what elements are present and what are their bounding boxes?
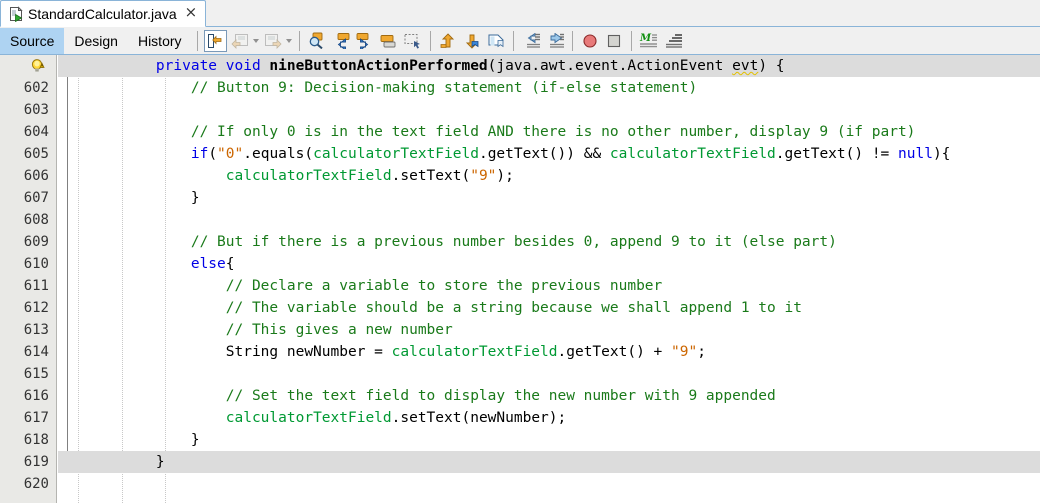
code-line[interactable]: } bbox=[58, 187, 1040, 209]
code-line[interactable]: else{ bbox=[58, 253, 1040, 275]
inspect-members-icon[interactable]: M bbox=[638, 30, 660, 52]
code-line[interactable]: // The variable should be a string becau… bbox=[58, 297, 1040, 319]
shift-line-left-icon[interactable] bbox=[520, 30, 542, 52]
code-text: private void nineButtonActionPerformed(j… bbox=[155, 58, 785, 74]
hint-lightbulb-warning-icon[interactable] bbox=[30, 59, 46, 74]
stop-macro-recording-icon[interactable] bbox=[603, 30, 625, 52]
toolbar-separator bbox=[630, 30, 632, 51]
toolbar-separator bbox=[196, 30, 198, 51]
file-tab-label: StandardCalculator.java bbox=[28, 5, 177, 22]
code-text: // Declare a variable to store the previ… bbox=[225, 278, 663, 294]
forward-icon[interactable] bbox=[262, 30, 284, 52]
code-text: // Button 9: Decision-making statement (… bbox=[190, 80, 698, 96]
line-number: 618 bbox=[23, 432, 49, 448]
previous-bookmark-icon[interactable] bbox=[437, 30, 459, 52]
toolbar-separator bbox=[571, 30, 573, 51]
next-bookmark-icon[interactable] bbox=[461, 30, 483, 52]
line-number: 608 bbox=[23, 212, 49, 228]
toolbar-separator bbox=[429, 30, 431, 51]
find-selection-icon[interactable] bbox=[306, 30, 328, 52]
line-number: 607 bbox=[23, 190, 49, 206]
line-number: 605 bbox=[23, 146, 49, 162]
code-text: } bbox=[121, 432, 200, 448]
code-line[interactable]: // This gives a new number bbox=[58, 319, 1040, 341]
caret-row-highlight bbox=[58, 451, 1040, 473]
toggle-highlight-search-icon[interactable] bbox=[378, 30, 400, 52]
line-number: 611 bbox=[23, 278, 49, 294]
code-line[interactable]: private void nineButtonActionPerformed(j… bbox=[58, 55, 1040, 77]
code-text: // If only 0 is in the text field AND th… bbox=[190, 124, 916, 140]
tab-design[interactable]: Design bbox=[64, 28, 128, 54]
back-dropdown-chevron-down-icon[interactable] bbox=[252, 30, 261, 52]
toolbar-separator bbox=[298, 30, 300, 51]
line-number: 619 bbox=[23, 454, 49, 470]
tab-design-label: Design bbox=[74, 32, 118, 49]
toggle-rectangular-selection-icon[interactable] bbox=[203, 29, 227, 52]
line-number: 620 bbox=[23, 476, 49, 492]
start-macro-recording-icon[interactable] bbox=[579, 30, 601, 52]
line-number: 614 bbox=[23, 344, 49, 360]
code-line[interactable] bbox=[58, 363, 1040, 385]
code-line[interactable]: } bbox=[58, 429, 1040, 451]
code-line[interactable]: // Button 9: Decision-making statement (… bbox=[58, 77, 1040, 99]
java-file-icon bbox=[8, 5, 24, 22]
code-text: calculatorTextField.setText("9"); bbox=[225, 168, 514, 184]
line-number: 617 bbox=[23, 410, 49, 426]
code-text: else{ bbox=[190, 256, 235, 272]
code-line[interactable] bbox=[58, 209, 1040, 231]
code-text: } bbox=[121, 454, 165, 470]
code-line[interactable]: // Set the text field to display the new… bbox=[58, 385, 1040, 407]
code-content[interactable]: private void nineButtonActionPerformed(j… bbox=[58, 55, 1040, 503]
code-line[interactable]: String newNumber = calculatorTextField.g… bbox=[58, 341, 1040, 363]
code-text: // This gives a new number bbox=[225, 322, 453, 338]
shift-line-right-icon[interactable] bbox=[544, 30, 566, 52]
find-next-occurrence-icon[interactable] bbox=[354, 30, 376, 52]
tab-history-label: History bbox=[137, 32, 182, 49]
code-text: if("0".equals(calculatorTextField.getTex… bbox=[190, 146, 951, 162]
code-text: // The variable should be a string becau… bbox=[225, 300, 802, 316]
forward-dropdown-chevron-down-icon[interactable] bbox=[285, 30, 294, 52]
line-number: 613 bbox=[23, 322, 49, 338]
line-number: 606 bbox=[23, 168, 49, 184]
code-text: // Set the text field to display the new… bbox=[225, 388, 776, 404]
editor-toolbar: Source Design History M bbox=[0, 27, 1040, 55]
code-text: // But if there is a previous number bes… bbox=[190, 234, 837, 250]
line-number: 610 bbox=[23, 256, 49, 272]
toggle-comment-icon[interactable] bbox=[662, 30, 684, 52]
svg-text:M: M bbox=[639, 33, 652, 44]
tab-source-label: Source bbox=[10, 32, 55, 49]
line-number: 609 bbox=[23, 234, 49, 250]
toggle-rectangular-select-icon[interactable] bbox=[402, 30, 424, 52]
code-editor[interactable]: private void nineButtonActionPerformed(j… bbox=[0, 55, 1040, 503]
code-text: } bbox=[121, 190, 200, 206]
code-line[interactable]: calculatorTextField.setText(newNumber); bbox=[58, 407, 1040, 429]
code-text: calculatorTextField.setText(newNumber); bbox=[225, 410, 567, 426]
code-line[interactable]: // But if there is a previous number bes… bbox=[58, 231, 1040, 253]
close-icon[interactable]: × bbox=[183, 5, 200, 22]
code-line[interactable]: if("0".equals(calculatorTextField.getTex… bbox=[58, 143, 1040, 165]
tab-history[interactable]: History bbox=[128, 28, 192, 54]
line-number: 615 bbox=[23, 366, 49, 382]
code-line[interactable]: // Declare a variable to store the previ… bbox=[58, 275, 1040, 297]
code-line[interactable]: // If only 0 is in the text field AND th… bbox=[58, 121, 1040, 143]
code-line[interactable] bbox=[58, 99, 1040, 121]
editor-tab-bar: StandardCalculator.java × bbox=[0, 0, 1040, 27]
line-number: 603 bbox=[23, 102, 49, 118]
file-tab-standardcalculator[interactable]: StandardCalculator.java × bbox=[0, 0, 206, 27]
back-icon[interactable] bbox=[229, 30, 251, 52]
line-number: 612 bbox=[23, 300, 49, 316]
find-previous-occurrence-icon[interactable] bbox=[330, 30, 352, 52]
toggle-bookmark-icon[interactable] bbox=[485, 30, 507, 52]
code-line[interactable]: calculatorTextField.setText("9"); bbox=[58, 165, 1040, 187]
line-number: 604 bbox=[23, 124, 49, 140]
code-text: String newNumber = calculatorTextField.g… bbox=[121, 344, 706, 360]
line-number: 602 bbox=[23, 80, 49, 96]
toolbar-separator bbox=[512, 30, 514, 51]
line-number: 616 bbox=[23, 388, 49, 404]
code-line[interactable] bbox=[58, 473, 1040, 495]
tab-source[interactable]: Source bbox=[0, 27, 65, 54]
code-line[interactable]: } bbox=[58, 451, 1040, 473]
